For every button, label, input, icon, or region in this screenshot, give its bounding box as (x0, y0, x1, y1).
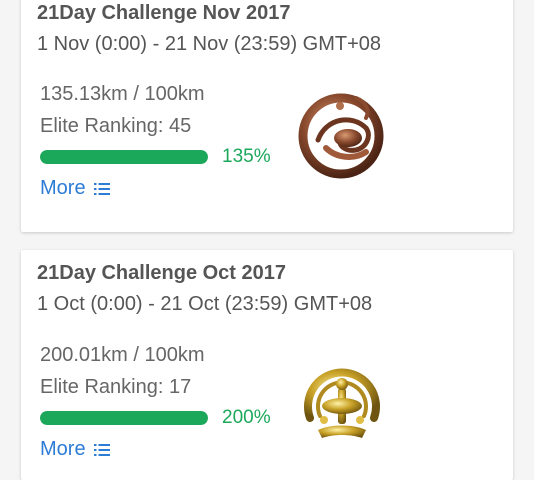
more-label: More (40, 438, 86, 460)
list-icon (93, 443, 110, 456)
ranking-text: Elite Ranking: 45 (40, 115, 192, 137)
ranking-text: Elite Ranking: 17 (40, 376, 192, 398)
more-link[interactable]: More (40, 438, 110, 461)
challenge-dates: 1 Oct (0:00) - 21 Oct (23:59) GMT+08 (37, 293, 373, 315)
progress-bar-fill (40, 150, 208, 164)
challenge-title: 21Day Challenge Nov 2017 (37, 2, 291, 24)
challenge-card: 21Day Challenge Nov 2017 1 Nov (0:00) - … (21, 0, 513, 232)
progress-bar (40, 150, 208, 164)
progress-percent: 200% (222, 407, 271, 428)
list-icon (93, 182, 110, 195)
distance-text: 135.13km / 100km (40, 83, 205, 105)
progress-bar (40, 411, 208, 425)
more-label: More (40, 177, 86, 199)
challenge-title: 21Day Challenge Oct 2017 (37, 262, 287, 284)
scorpion-medal-icon (298, 93, 384, 179)
progress-bar-fill (40, 411, 208, 425)
challenge-card: 21Day Challenge Oct 2017 1 Oct (0:00) - … (21, 250, 513, 480)
distance-text: 200.01km / 100km (40, 344, 205, 366)
more-link[interactable]: More (40, 177, 110, 200)
challenge-dates: 1 Nov (0:00) - 21 Nov (23:59) GMT+08 (37, 33, 382, 55)
golden-medal-icon (304, 368, 380, 438)
progress-percent: 135% (222, 146, 271, 167)
